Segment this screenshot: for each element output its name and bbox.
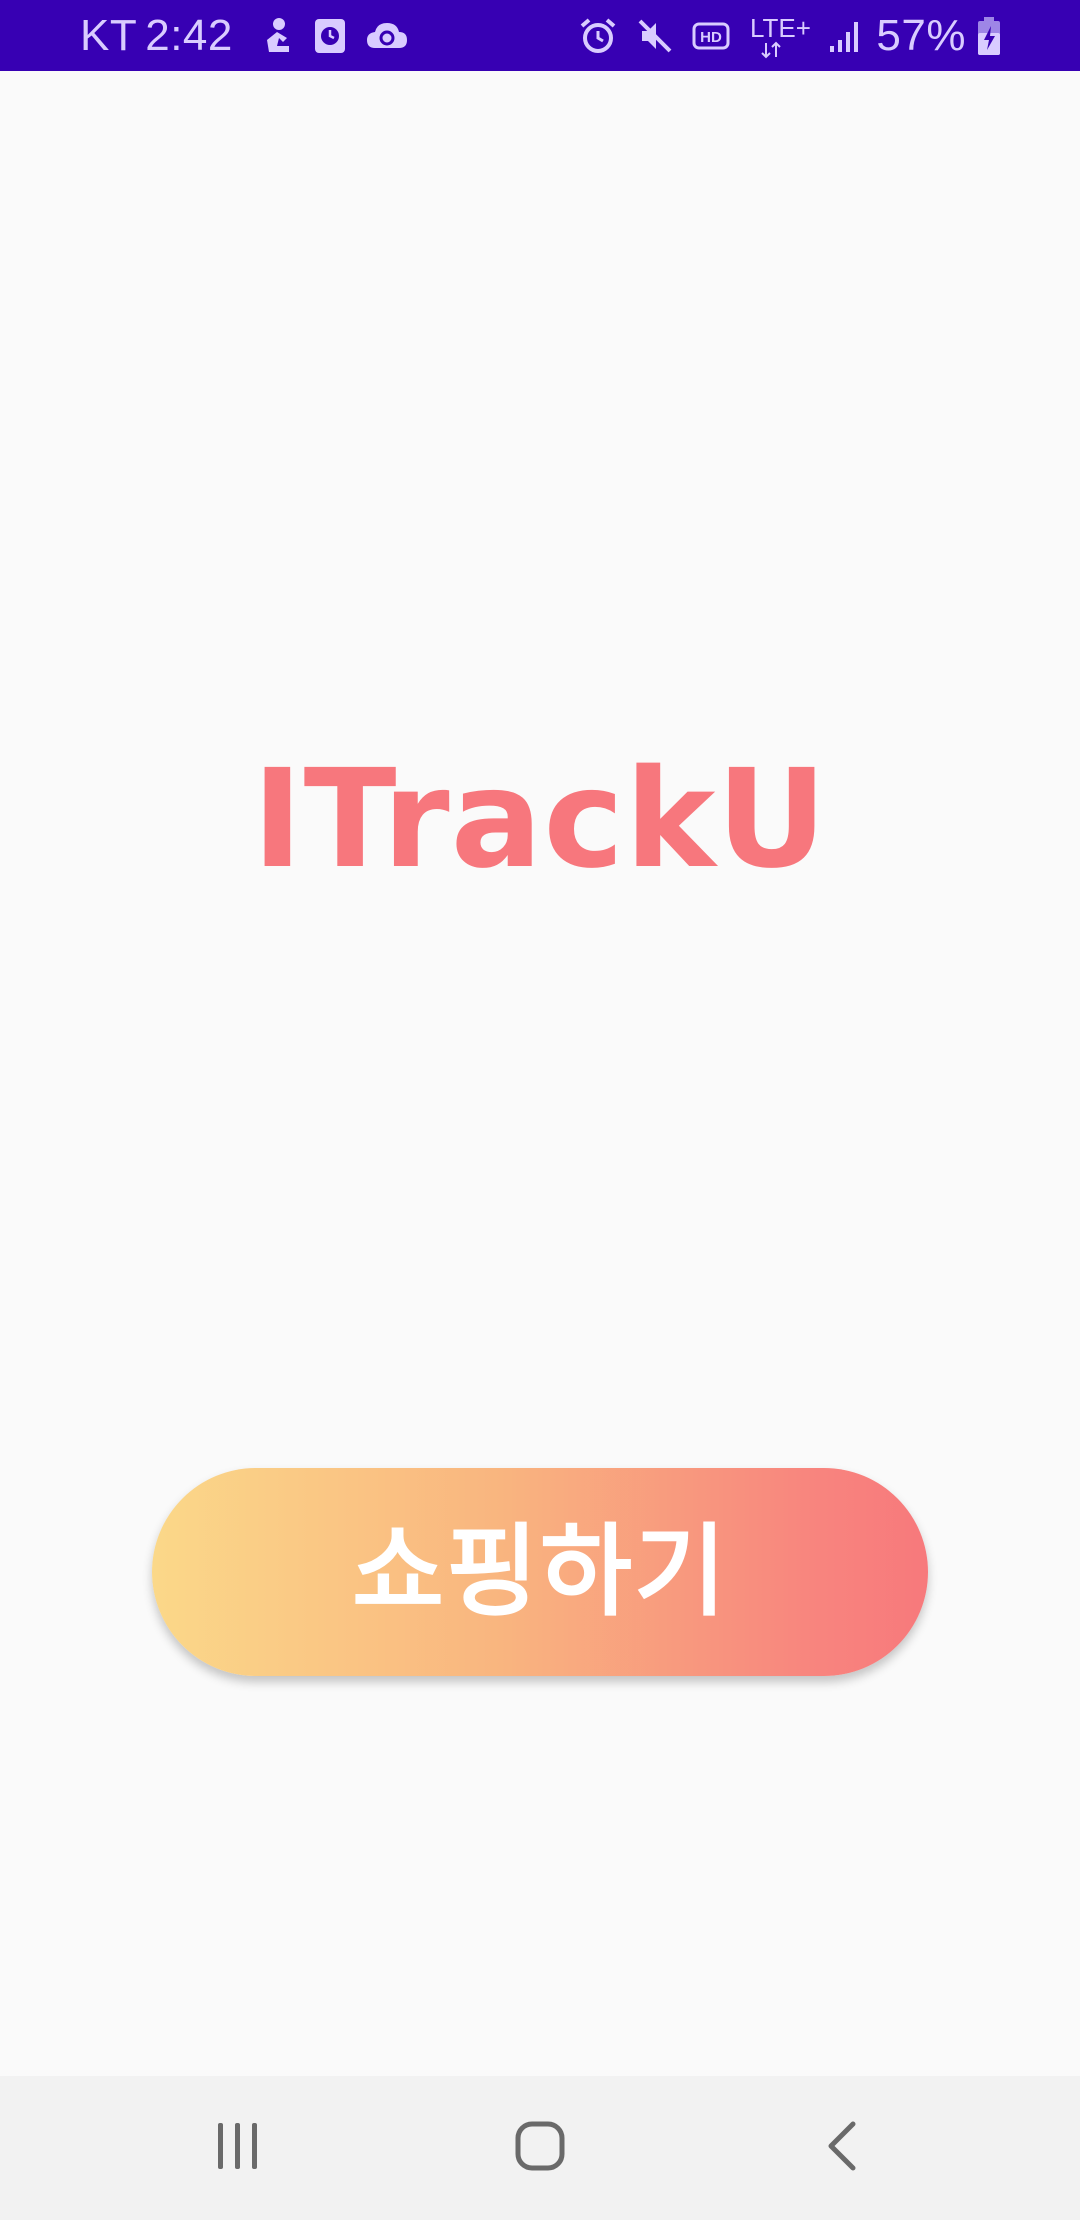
recents-button[interactable]: [158, 2076, 318, 2220]
battery-charging-icon: [976, 14, 1002, 58]
hd-voice-icon: HD: [692, 14, 732, 58]
home-button[interactable]: [460, 2076, 620, 2220]
status-time: 2:42: [145, 10, 233, 60]
status-bar: KT 2:42 HD LTE+ 57%: [0, 0, 1080, 71]
carrier-label: KT: [80, 10, 138, 60]
home-icon: [514, 2120, 566, 2176]
hd-label: HD: [701, 29, 723, 46]
navigation-bar: [0, 2076, 1080, 2220]
clock-app-icon: [313, 14, 347, 58]
status-bar-left: KT 2:42: [80, 11, 409, 61]
cloud-sync-icon: [365, 14, 409, 58]
back-button[interactable]: [763, 2076, 923, 2220]
lte-plus-icon: LTE+: [750, 13, 810, 58]
app-logo-title: ITrackU: [252, 741, 828, 899]
shop-button[interactable]: 쇼핑하기: [152, 1468, 928, 1676]
battery-percent: 57%: [876, 10, 966, 60]
person-sync-icon: [259, 14, 295, 58]
mute-icon: [636, 14, 674, 58]
app-screen: KT 2:42 HD LTE+ 57% ITrackU 쇼핑하기: [0, 0, 1080, 2220]
recents-icon: [214, 2121, 262, 2175]
status-bar-right: HD LTE+ 57%: [560, 11, 1002, 61]
shop-button-label: 쇼핑하기: [352, 1513, 728, 1630]
back-icon: [823, 2120, 863, 2176]
network-label: LTE+: [750, 13, 810, 43]
alarm-icon: [578, 14, 618, 58]
signal-icon: [828, 14, 862, 58]
